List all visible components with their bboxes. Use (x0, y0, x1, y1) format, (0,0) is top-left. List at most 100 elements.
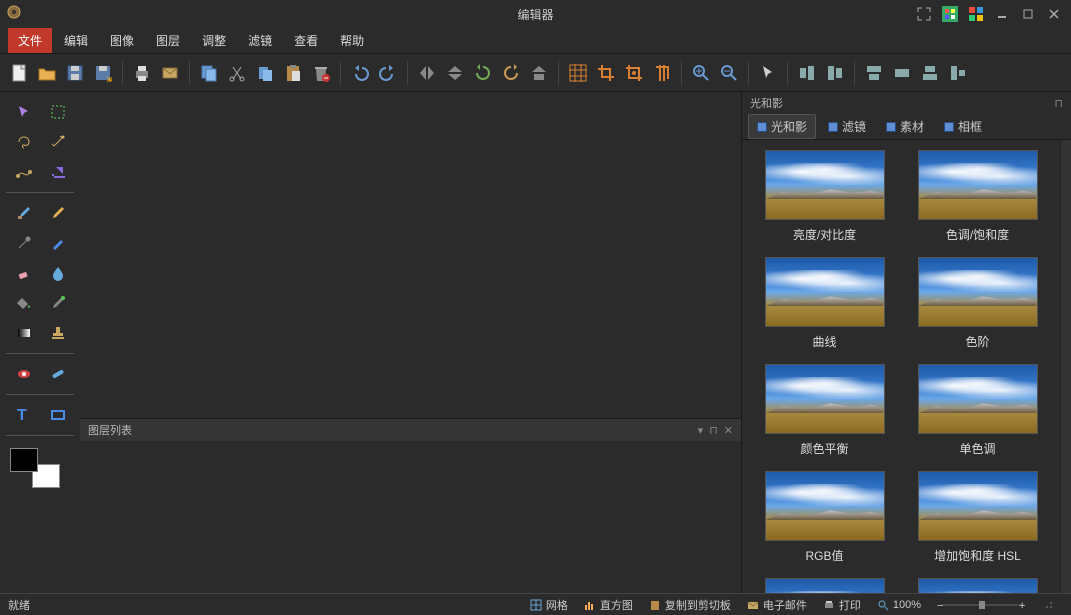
tool-wand[interactable] (44, 130, 72, 154)
menu-layer[interactable]: 图层 (146, 28, 190, 53)
menu-view[interactable]: 查看 (284, 28, 328, 53)
print-button[interactable] (129, 60, 155, 86)
color-swatch[interactable] (10, 448, 60, 488)
minimize-button[interactable] (991, 3, 1013, 25)
copy-button[interactable] (196, 60, 222, 86)
rotate-right-button[interactable] (498, 60, 524, 86)
copy2-button[interactable] (252, 60, 278, 86)
effect-item[interactable]: 颜色平衡 (760, 364, 890, 457)
effect-item[interactable]: RGB值 (760, 471, 890, 564)
canvas-area[interactable] (80, 92, 741, 418)
tool-pointer[interactable] (10, 100, 38, 124)
status-histogram[interactable]: 直方图 (576, 597, 641, 613)
panel-pin-icon[interactable]: ⊓ (1054, 97, 1063, 110)
redo-button[interactable] (375, 60, 401, 86)
save-button[interactable] (62, 60, 88, 86)
color-picker-icon[interactable] (939, 3, 961, 25)
effect-item[interactable]: 色阶 (913, 257, 1043, 350)
align5-button[interactable] (917, 60, 943, 86)
menu-filter[interactable]: 滤镜 (238, 28, 282, 53)
tool-airbrush[interactable] (10, 231, 38, 255)
flip-h-button[interactable] (414, 60, 440, 86)
fullscreen-button[interactable] (913, 3, 935, 25)
maximize-button[interactable] (1017, 3, 1039, 25)
status-grid[interactable]: 网格 (522, 597, 576, 613)
tool-crop[interactable] (44, 160, 72, 184)
align3-button[interactable] (861, 60, 887, 86)
tool-shape[interactable] (44, 403, 72, 427)
zoom-out-button[interactable] (716, 60, 742, 86)
tab-filter[interactable]: 滤镜 (820, 115, 874, 138)
effect-item[interactable]: 亮度/对比度 (760, 150, 890, 243)
close-button[interactable] (1043, 3, 1065, 25)
panel-dropdown-icon[interactable]: ▾ (698, 424, 704, 437)
grid-icon[interactable] (965, 3, 987, 25)
tool-pen[interactable] (44, 231, 72, 255)
effect-item[interactable] (913, 578, 1043, 593)
email-button[interactable] (157, 60, 183, 86)
menu-file[interactable]: 文件 (8, 28, 52, 53)
effect-tabs: 光和影 滤镜 素材 相框 (742, 114, 1071, 140)
tab-material[interactable]: 素材 (878, 115, 932, 138)
status-email[interactable]: 电子邮件 (739, 597, 815, 613)
menu-help[interactable]: 帮助 (330, 28, 374, 53)
rotate-left-button[interactable] (470, 60, 496, 86)
statusbar: 就绪 网格 直方图 复制到剪切板 电子邮件 打印 100% −+ (0, 593, 1071, 615)
status-clipboard[interactable]: 复制到剪切板 (641, 597, 739, 613)
tool-eraser[interactable] (10, 261, 38, 285)
effect-item[interactable]: 色调/饱和度 (913, 150, 1043, 243)
tool-fill[interactable] (10, 291, 38, 315)
effect-item[interactable] (760, 578, 890, 593)
align6-button[interactable] (945, 60, 971, 86)
undo-button[interactable] (347, 60, 373, 86)
titlebar: 编辑器 (0, 0, 1071, 28)
main-toolbar (0, 54, 1071, 92)
delete-button[interactable] (308, 60, 334, 86)
tool-path[interactable] (10, 160, 38, 184)
panel-close-icon[interactable]: ✕ (724, 424, 733, 437)
pointer-button[interactable] (755, 60, 781, 86)
grid-button[interactable] (565, 60, 591, 86)
menu-edit[interactable]: 编辑 (54, 28, 98, 53)
tool-gradient[interactable] (10, 321, 38, 345)
effect-item[interactable]: 单色调 (913, 364, 1043, 457)
scrollbar[interactable] (1060, 140, 1071, 593)
tool-pencil[interactable] (44, 201, 72, 225)
tool-blur[interactable] (44, 261, 72, 285)
tool-picker[interactable] (44, 291, 72, 315)
align2-button[interactable] (822, 60, 848, 86)
save-as-button[interactable] (90, 60, 116, 86)
effect-item[interactable]: 曲线 (760, 257, 890, 350)
effect-item[interactable]: 增加饱和度 HSL (913, 471, 1043, 564)
align4-button[interactable] (889, 60, 915, 86)
tool-stamp[interactable] (44, 321, 72, 345)
cut-button[interactable] (224, 60, 250, 86)
window-title: 编辑器 (517, 6, 553, 23)
status-zoom[interactable]: 100% (869, 599, 929, 611)
tool-lasso[interactable] (10, 130, 38, 154)
tool-healing[interactable] (44, 362, 72, 386)
flip-v-button[interactable] (442, 60, 468, 86)
crop2-button[interactable] (621, 60, 647, 86)
tool-text[interactable]: T (10, 403, 38, 427)
tab-frame[interactable]: 相框 (936, 115, 990, 138)
tool-brush[interactable] (10, 201, 38, 225)
align1-button[interactable] (794, 60, 820, 86)
crop3-button[interactable] (649, 60, 675, 86)
tab-light[interactable]: 光和影 (748, 114, 816, 139)
foreground-color[interactable] (10, 448, 38, 472)
crop1-button[interactable] (593, 60, 619, 86)
menu-adjust[interactable]: 调整 (192, 28, 236, 53)
menu-image[interactable]: 图像 (100, 28, 144, 53)
status-print[interactable]: 打印 (815, 597, 869, 613)
zoom-slider[interactable]: −+ (929, 599, 1035, 611)
zoom-in-button[interactable] (688, 60, 714, 86)
panel-pin-icon[interactable]: ⊓ (709, 424, 718, 437)
menubar: 文件 编辑 图像 图层 调整 滤镜 查看 帮助 (0, 28, 1071, 54)
tool-marquee[interactable] (44, 100, 72, 124)
open-button[interactable] (34, 60, 60, 86)
new-button[interactable] (6, 60, 32, 86)
rotate-button[interactable] (526, 60, 552, 86)
tool-redeye[interactable] (10, 362, 38, 386)
paste-button[interactable] (280, 60, 306, 86)
